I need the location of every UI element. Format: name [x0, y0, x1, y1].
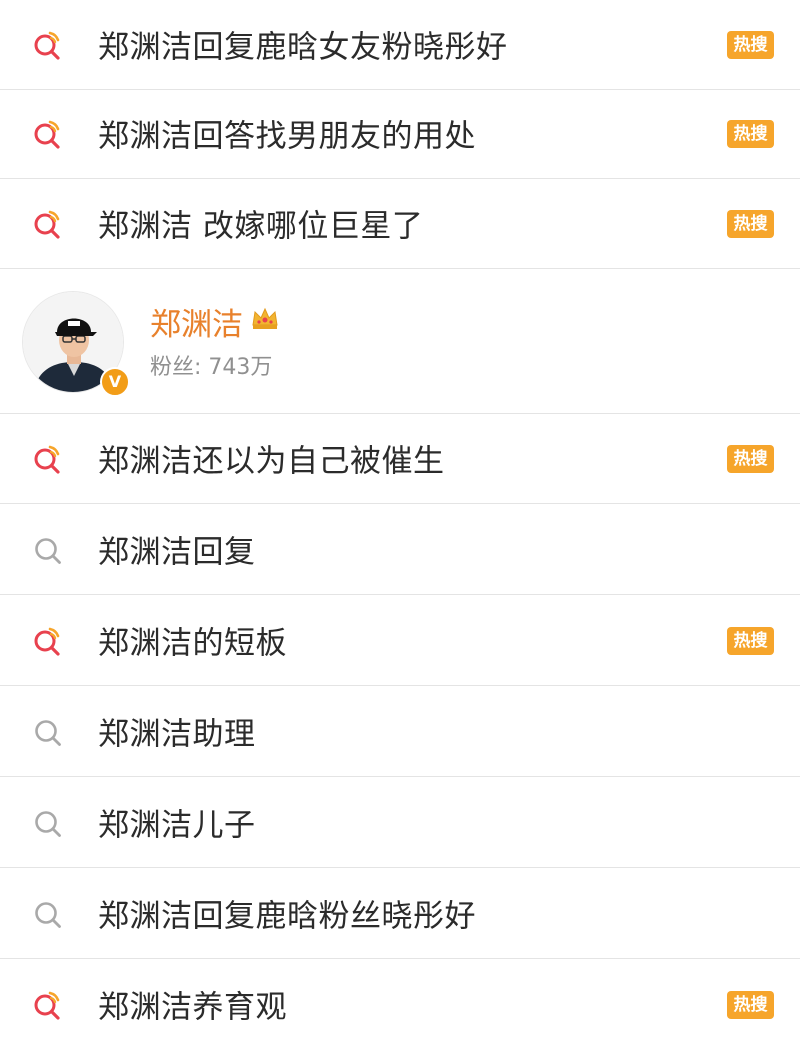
search-suggestion-list: 郑渊洁回复鹿晗女友粉晓彤好 热搜 郑渊洁回答找男朋友的用处 热搜 郑渊洁 改嫁哪… — [0, 0, 800, 1046]
suggestion-text: 郑渊洁 改嫁哪位巨星了 — [98, 208, 424, 245]
crown-icon — [252, 307, 278, 329]
suggestion-text: 郑渊洁还以为自己被催生 — [98, 443, 445, 480]
suggestion-text: 郑渊洁儿子 — [98, 807, 256, 844]
search-icon — [35, 901, 61, 928]
suggestion-item[interactable]: 郑渊洁养育观 热搜 — [0, 960, 800, 1046]
search-icon — [35, 719, 61, 746]
suggestion-text: 郑渊洁回答找男朋友的用处 — [98, 118, 476, 155]
hot-search-icon — [34, 991, 60, 1020]
hot-search-icon — [34, 31, 60, 60]
user-name: 郑渊洁 — [150, 307, 243, 343]
suggestion-item[interactable]: 郑渊洁回答找男朋友的用处 热搜 — [0, 89, 800, 179]
hot-search-icon — [34, 210, 60, 239]
user-fans-count: 粉丝: 743万 — [150, 355, 273, 380]
hot-search-icon — [34, 445, 60, 474]
search-icon — [35, 810, 61, 837]
hot-badge: 热搜 — [727, 119, 774, 148]
suggestion-item[interactable]: 郑渊洁的短板 热搜 — [0, 596, 800, 686]
suggestion-text: 郑渊洁回复鹿晗粉丝晓彤好 — [98, 898, 476, 935]
user-result-card[interactable]: V 郑渊洁 粉丝: 743万 — [0, 269, 800, 414]
suggestion-text: 郑渊洁养育观 — [98, 989, 287, 1026]
suggestion-item[interactable]: 郑渊洁儿子 — [0, 778, 800, 868]
hot-badge: 热搜 — [727, 991, 774, 1019]
hot-search-icon — [34, 120, 60, 149]
suggestion-item[interactable]: 郑渊洁助理 — [0, 687, 800, 777]
suggestion-item[interactable]: 郑渊洁还以为自己被催生 热搜 — [0, 414, 800, 504]
suggestion-text: 郑渊洁的短板 — [98, 625, 287, 662]
hot-search-icon — [34, 627, 60, 656]
suggestion-text: 郑渊洁回复 — [98, 534, 256, 571]
verified-v-icon: V — [100, 367, 130, 397]
search-icon — [35, 537, 61, 564]
suggestion-text: 郑渊洁助理 — [98, 716, 256, 753]
suggestion-item[interactable]: 郑渊洁回复鹿晗粉丝晓彤好 — [0, 869, 800, 959]
hot-badge: 热搜 — [727, 444, 774, 473]
hot-badge: 热搜 — [727, 209, 774, 238]
hot-badge: 热搜 — [727, 30, 774, 59]
hot-badge: 热搜 — [727, 626, 774, 655]
suggestion-text: 郑渊洁回复鹿晗女友粉晓彤好 — [98, 29, 508, 66]
suggestion-item[interactable]: 郑渊洁回复 — [0, 505, 800, 595]
suggestion-item[interactable]: 郑渊洁 改嫁哪位巨星了 热搜 — [0, 179, 800, 269]
suggestion-item[interactable]: 郑渊洁回复鹿晗女友粉晓彤好 热搜 — [0, 0, 800, 90]
avatar-container: V — [22, 291, 130, 397]
